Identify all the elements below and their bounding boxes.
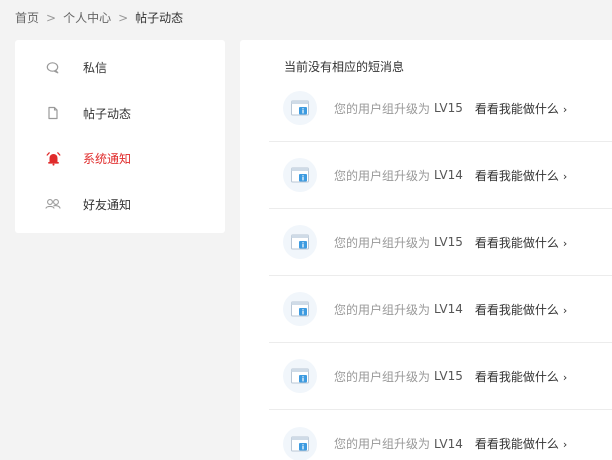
chevron-right-icon: › <box>562 169 568 183</box>
what-can-i-do-link[interactable]: 看看我能做什么 › <box>475 167 567 184</box>
chevron-right-icon: › <box>562 438 568 451</box>
what-can-i-do-link[interactable]: 看看我能做什么 › <box>475 234 567 251</box>
system-message-icon <box>283 158 317 192</box>
breadcrumb-current: 帖子动态 <box>135 11 184 25</box>
chevron-right-icon: › <box>562 303 568 317</box>
link-label: 看看我能做什么 <box>474 302 559 317</box>
sidebar-item-post-activity[interactable]: 帖子动态 <box>15 91 225 137</box>
message-text: 您的用户组升级为 <box>334 168 431 183</box>
user-level: LV15 <box>434 235 463 249</box>
system-message-icon <box>283 426 317 460</box>
system-message-icon <box>283 91 317 125</box>
sidebar-item-private-messages[interactable]: 私信 <box>15 45 225 91</box>
link-label: 看看我能做什么 <box>474 437 559 451</box>
user-level: LV15 <box>434 101 463 115</box>
sidebar-item-friend-notifications[interactable]: 好友通知 <box>15 182 225 228</box>
list-item: 您的用户组升级为 LV14 看看我能做什么 › <box>269 276 612 343</box>
list-item: 您的用户组升级为 LV15 看看我能做什么 › <box>269 75 612 142</box>
system-message-icon <box>283 359 317 393</box>
link-label: 看看我能做什么 <box>474 101 559 116</box>
message-text: 您的用户组升级为 <box>334 235 431 250</box>
message-list: 您的用户组升级为 LV15 看看我能做什么 › 您的用户组升级为 LV14 看看我… <box>269 75 612 460</box>
list-item: 您的用户组升级为 LV14 看看我能做什么 › <box>269 142 612 209</box>
list-item: 您的用户组升级为 LV14 看看我能做什么 › <box>269 410 612 460</box>
chevron-right-icon: › <box>562 370 568 384</box>
link-label: 看看我能做什么 <box>474 168 559 183</box>
breadcrumb-home-link[interactable]: 首页 <box>15 9 39 27</box>
friends-icon <box>45 196 61 212</box>
breadcrumb-personal-center-link[interactable]: 个人中心 <box>63 9 111 27</box>
sidebar-item-label: 帖子动态 <box>83 106 132 121</box>
breadcrumb: 首页 > 个人中心 > 帖子动态 <box>15 9 183 27</box>
sidebar-item-system-notifications[interactable]: 系统通知 <box>15 136 225 182</box>
list-item: 您的用户组升级为 LV15 看看我能做什么 › <box>269 343 612 410</box>
sidebar-item-label: 好友通知 <box>83 197 132 212</box>
message-text: 您的用户组升级为 <box>334 101 431 116</box>
user-level: LV15 <box>434 369 463 383</box>
message-text: 您的用户组升级为 <box>334 302 431 317</box>
document-icon <box>45 105 61 121</box>
sidebar-item-label: 私信 <box>83 61 108 76</box>
user-level: LV14 <box>434 436 463 451</box>
alarm-bell-icon <box>45 151 61 167</box>
link-label: 看看我能做什么 <box>474 369 559 384</box>
what-can-i-do-link[interactable]: 看看我能做什么 › <box>475 368 567 385</box>
what-can-i-do-link[interactable]: 看看我能做什么 › <box>475 435 567 452</box>
what-can-i-do-link[interactable]: 看看我能做什么 › <box>475 301 567 318</box>
chat-bubble-icon <box>45 60 61 76</box>
sidebar: 私信 帖子动态 系统通知 好友通知 <box>15 40 225 233</box>
message-text: 您的用户组升级为 <box>334 369 431 384</box>
system-message-icon <box>283 292 317 326</box>
chevron-right-icon: › <box>562 236 568 250</box>
chevron-right-icon: › <box>562 102 568 116</box>
link-label: 看看我能做什么 <box>474 235 559 250</box>
breadcrumb-separator: > <box>46 11 57 25</box>
breadcrumb-separator: > <box>118 11 129 25</box>
message-panel: 当前没有相应的短消息 您的用户组升级为 LV15 看看我能做什么 › 您的用户组… <box>240 40 612 460</box>
what-can-i-do-link[interactable]: 看看我能做什么 › <box>475 100 567 117</box>
user-level: LV14 <box>434 302 463 316</box>
sidebar-item-label: 系统通知 <box>83 152 132 167</box>
empty-message: 当前没有相应的短消息 <box>284 60 405 74</box>
list-item: 您的用户组升级为 LV15 看看我能做什么 › <box>269 209 612 276</box>
system-message-icon <box>283 225 317 259</box>
user-level: LV14 <box>434 168 463 182</box>
message-text: 您的用户组升级为 <box>334 437 431 451</box>
